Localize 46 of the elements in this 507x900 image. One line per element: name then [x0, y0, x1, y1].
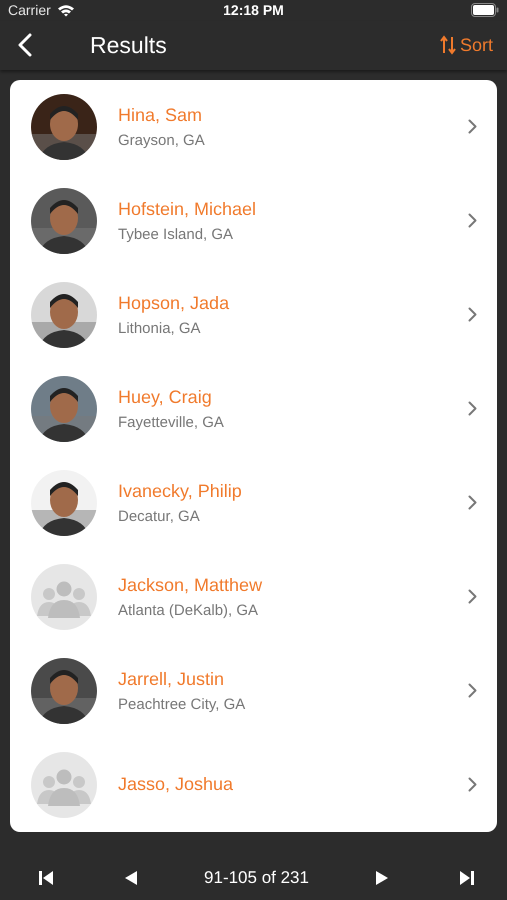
person-name: Jackson, Matthew — [118, 574, 264, 596]
result-row[interactable]: Jackson, Matthew Atlanta (DeKalb), GA — [10, 550, 497, 644]
person-location: Lithonia, GA — [118, 320, 202, 337]
chevron-right-icon — [468, 401, 477, 416]
chevron-right-icon — [468, 119, 477, 134]
sort-arrows-icon — [440, 35, 456, 56]
result-row[interactable]: Jarrell, Justin Peachtree City, GA — [10, 644, 497, 738]
person-location: Atlanta (DeKalb), GA — [118, 602, 260, 619]
person-name: Ivanecky, Philip — [118, 480, 243, 502]
person-location: Tybee Island, GA — [118, 226, 234, 243]
next-icon — [374, 870, 389, 886]
person-name: Hina, Sam — [118, 104, 204, 126]
result-row[interactable]: Jasso, Joshua — [10, 738, 497, 832]
chevron-right-icon — [468, 589, 477, 604]
chevron-right-icon — [468, 495, 477, 510]
carrier-label: Carrier — [8, 2, 51, 18]
person-name: Hofstein, Michael — [118, 198, 258, 220]
back-chevron-icon — [18, 33, 32, 58]
result-row[interactable]: Hofstein, Michael Tybee Island, GA — [10, 174, 497, 268]
result-row[interactable]: Ivanecky, Philip Decatur, GA — [10, 456, 497, 550]
person-location: Fayetteville, GA — [118, 414, 225, 431]
person-location: Grayson, GA — [118, 132, 206, 149]
battery-icon — [471, 3, 499, 18]
person-location: Decatur, GA — [118, 508, 201, 525]
chevron-right-icon — [468, 777, 477, 792]
group-avatar-icon — [31, 564, 97, 630]
group-avatar-icon — [31, 752, 97, 818]
person-name: Jarrell, Justin — [118, 668, 226, 690]
chevron-right-icon — [468, 213, 477, 228]
wifi-icon — [56, 4, 75, 17]
sort-button[interactable]: Sort — [440, 34, 493, 56]
first-page-icon — [38, 870, 54, 886]
result-row[interactable]: Hopson, Jada Lithonia, GA — [10, 268, 497, 362]
last-page-icon — [458, 870, 475, 886]
person-name: Jasso, Joshua — [118, 774, 234, 796]
result-row[interactable]: Huey, Craig Fayetteville, GA — [10, 362, 497, 456]
chevron-right-icon — [468, 307, 477, 322]
result-row[interactable]: Hina, Sam Grayson, GA — [10, 80, 497, 174]
person-location: Peachtree City, GA — [118, 696, 246, 713]
person-name: Huey, Craig — [118, 386, 213, 408]
page-range: 91-105 of 231 — [204, 868, 309, 888]
clock-time: 12:18 PM — [223, 2, 284, 18]
chevron-right-icon — [468, 683, 477, 698]
screen-title: Results — [90, 32, 168, 59]
previous-icon — [124, 870, 138, 886]
person-name: Hopson, Jada — [118, 292, 230, 314]
